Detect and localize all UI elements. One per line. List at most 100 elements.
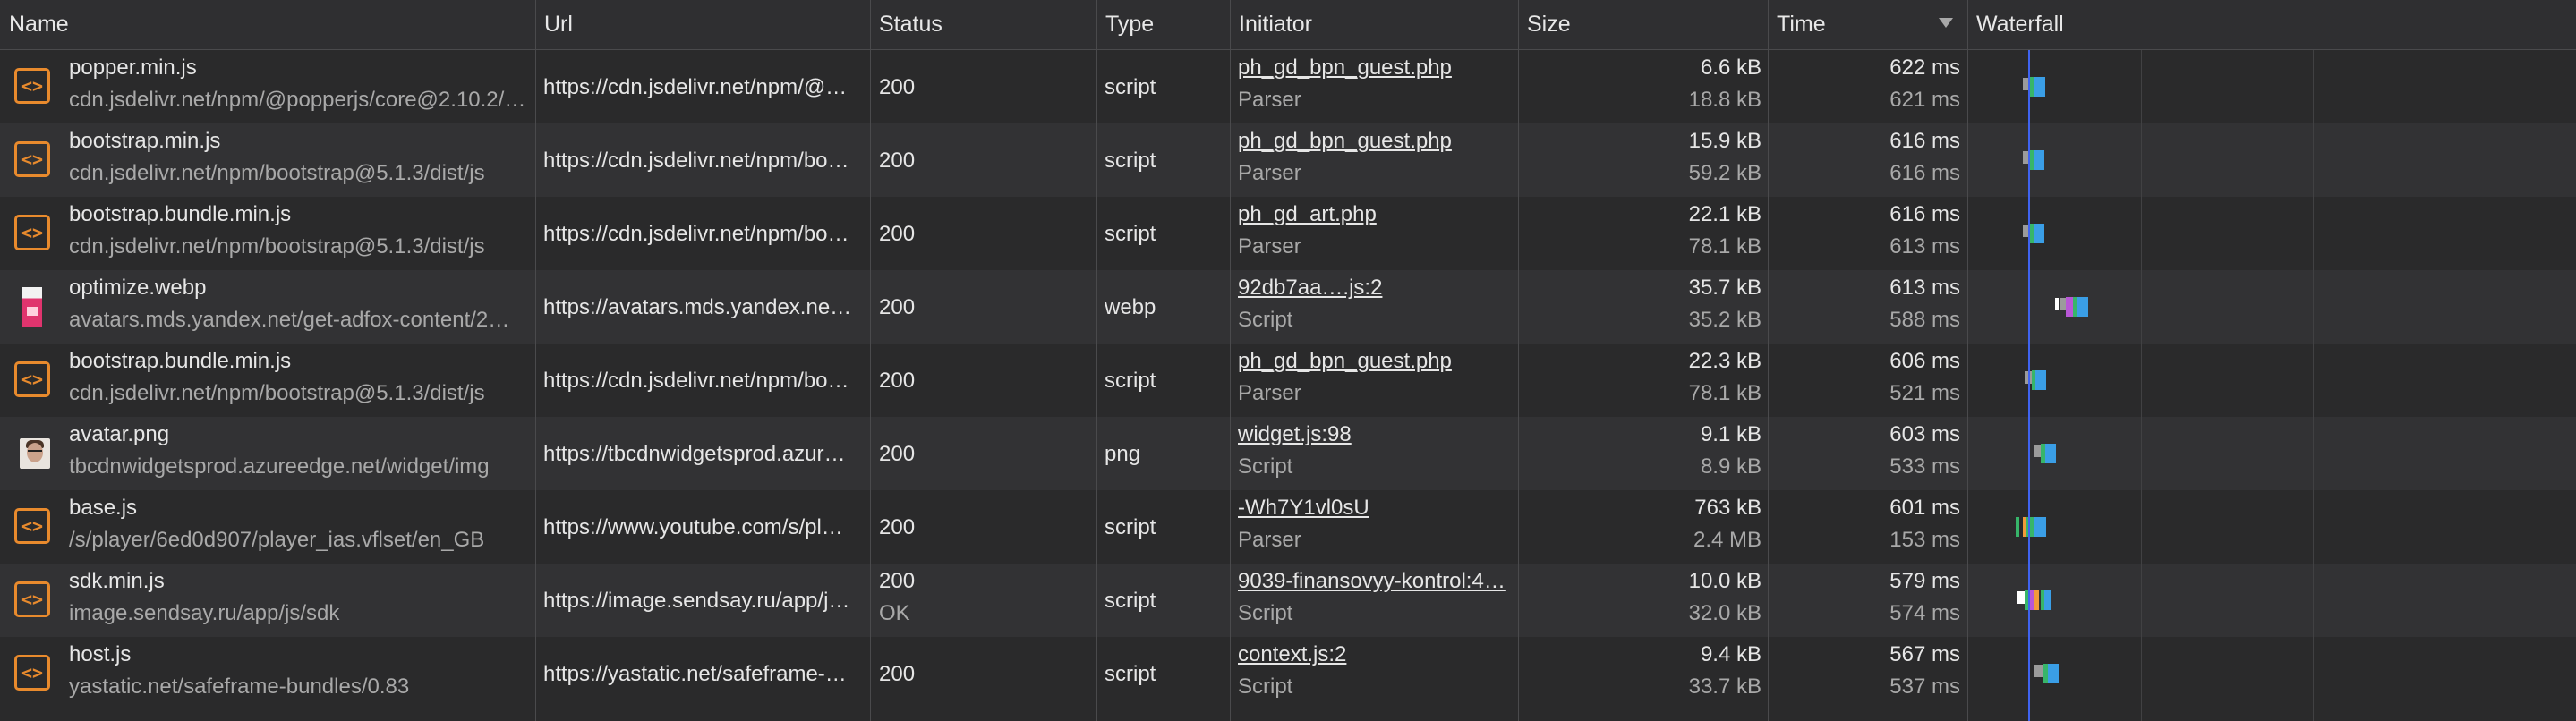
column-header-size[interactable]: Size bbox=[1518, 0, 1769, 50]
resource-type: script bbox=[1105, 515, 1156, 539]
initiator-link[interactable]: -Wh7Y1vl0sU bbox=[1238, 496, 1512, 521]
status-code: 200 bbox=[879, 662, 916, 686]
status-code: 200 bbox=[879, 515, 916, 539]
request-name[interactable]: avatar.png bbox=[69, 422, 530, 447]
status-text: OK bbox=[879, 601, 910, 625]
total-time: 606 ms bbox=[1889, 349, 1960, 373]
column-header-status[interactable]: Status bbox=[870, 0, 1097, 50]
request-name[interactable]: base.js bbox=[69, 496, 530, 521]
initiator-link[interactable]: widget.js:98 bbox=[1238, 422, 1512, 447]
waterfall-grid-line bbox=[2313, 50, 2314, 721]
table-row[interactable]: avatar.png tbcdnwidgetsprod.azureedge.ne… bbox=[0, 417, 2576, 490]
request-name[interactable]: sdk.min.js bbox=[69, 569, 530, 594]
initiator-link[interactable]: ph_gd_bpn_guest.php bbox=[1238, 349, 1512, 374]
transfer-size: 6.6 kB bbox=[1700, 55, 1761, 80]
request-name[interactable]: bootstrap.bundle.min.js bbox=[69, 349, 530, 374]
column-header-type[interactable]: Type bbox=[1096, 0, 1234, 50]
initiator-type: Script bbox=[1238, 454, 1293, 479]
latency-time: 621 ms bbox=[1889, 88, 1960, 112]
script-file-icon: <> bbox=[14, 508, 50, 544]
transfer-size: 9.4 kB bbox=[1700, 642, 1761, 666]
initiator-type: Parser bbox=[1238, 528, 1301, 552]
initiator-link[interactable]: 9039-finansovyy-kontrol:4… bbox=[1238, 569, 1512, 594]
avatar-thumbnail-icon bbox=[20, 438, 50, 469]
table-row[interactable]: <> sdk.min.js image.sendsay.ru/app/js/sd… bbox=[0, 564, 2576, 637]
request-name[interactable]: bootstrap.min.js bbox=[69, 129, 530, 154]
total-time: 603 ms bbox=[1889, 422, 1960, 446]
table-row[interactable]: <> host.js yastatic.net/safeframe-bundle… bbox=[0, 637, 2576, 710]
total-time: 579 ms bbox=[1889, 569, 1960, 593]
script-file-icon: <> bbox=[14, 141, 50, 177]
column-header-url[interactable]: Url bbox=[535, 0, 870, 50]
sort-descending-icon bbox=[1939, 18, 1953, 28]
total-time: 613 ms bbox=[1889, 276, 1960, 300]
request-path: cdn.jsdelivr.net/npm/bootstrap@5.1.3/dis… bbox=[69, 234, 485, 259]
image-thumbnail-icon bbox=[22, 287, 42, 327]
resource-type: script bbox=[1105, 75, 1156, 99]
initiator-type: Parser bbox=[1238, 161, 1301, 185]
resource-size: 2.4 MB bbox=[1693, 528, 1761, 552]
resource-size: 8.9 kB bbox=[1700, 454, 1761, 479]
request-name[interactable]: host.js bbox=[69, 642, 530, 667]
table-header: Name Url Status Type Initiator Size Time… bbox=[0, 0, 2576, 50]
request-name[interactable]: optimize.webp bbox=[69, 276, 530, 301]
transfer-size: 15.9 kB bbox=[1688, 129, 1761, 153]
waterfall-segment bbox=[2016, 517, 2019, 537]
column-divider bbox=[1967, 0, 1968, 721]
waterfall-segment bbox=[2034, 517, 2046, 537]
initiator-type: Script bbox=[1238, 308, 1293, 332]
column-header-waterfall[interactable]: Waterfall bbox=[1967, 0, 2576, 50]
request-path: tbcdnwidgetsprod.azureedge.net/widget/im… bbox=[69, 454, 490, 479]
total-time: 616 ms bbox=[1889, 129, 1960, 153]
request-url: https://avatars.mds.yandex.ne… bbox=[543, 295, 852, 319]
table-row[interactable]: <> popper.min.js cdn.jsdelivr.net/npm/@p… bbox=[0, 50, 2576, 123]
table-row[interactable]: <> base.js /s/player/6ed0d907/player_ias… bbox=[0, 490, 2576, 564]
request-url: https://cdn.jsdelivr.net/npm/bo… bbox=[543, 369, 849, 393]
latency-time: 616 ms bbox=[1889, 161, 1960, 185]
initiator-type: Parser bbox=[1238, 234, 1301, 259]
total-time: 601 ms bbox=[1889, 496, 1960, 520]
request-path: image.sendsay.ru/app/js/sdk bbox=[69, 601, 340, 625]
network-request-table: Name Url Status Type Initiator Size Time… bbox=[0, 0, 2576, 721]
waterfall-segment bbox=[2044, 590, 2051, 610]
total-time: 616 ms bbox=[1889, 202, 1960, 226]
latency-time: 613 ms bbox=[1889, 234, 1960, 259]
script-file-icon: <> bbox=[14, 655, 50, 691]
initiator-link[interactable]: ph_gd_bpn_guest.php bbox=[1238, 129, 1512, 154]
request-path: cdn.jsdelivr.net/npm/bootstrap@5.1.3/dis… bbox=[69, 161, 485, 185]
initiator-link[interactable]: ph_gd_bpn_guest.php bbox=[1238, 55, 1512, 81]
script-file-icon: <> bbox=[14, 361, 50, 397]
column-header-name[interactable]: Name bbox=[0, 0, 537, 50]
waterfall-segment bbox=[2066, 297, 2073, 317]
request-name[interactable]: popper.min.js bbox=[69, 55, 530, 81]
initiator-link[interactable]: 92db7aa….js:2 bbox=[1238, 276, 1512, 301]
table-row[interactable]: <> bootstrap.min.js cdn.jsdelivr.net/npm… bbox=[0, 123, 2576, 197]
waterfall-segment bbox=[2055, 298, 2059, 310]
request-url: https://yastatic.net/safeframe-… bbox=[543, 662, 847, 686]
column-divider bbox=[1230, 0, 1231, 721]
resource-size: 78.1 kB bbox=[1688, 381, 1761, 405]
resource-size: 35.2 kB bbox=[1688, 308, 1761, 332]
initiator-type: Script bbox=[1238, 601, 1293, 625]
latency-time: 588 ms bbox=[1889, 308, 1960, 332]
request-url: https://image.sendsay.ru/app/j… bbox=[543, 589, 850, 613]
request-name[interactable]: bootstrap.bundle.min.js bbox=[69, 202, 530, 227]
table-row[interactable]: <> bootstrap.bundle.min.js cdn.jsdelivr.… bbox=[0, 197, 2576, 270]
column-header-initiator[interactable]: Initiator bbox=[1230, 0, 1520, 50]
initiator-link[interactable]: context.js:2 bbox=[1238, 642, 1512, 667]
initiator-link[interactable]: ph_gd_art.php bbox=[1238, 202, 1512, 227]
total-time: 567 ms bbox=[1889, 642, 1960, 666]
table-row[interactable]: optimize.webp avatars.mds.yandex.net/get… bbox=[0, 270, 2576, 344]
waterfall-segment bbox=[2017, 591, 2025, 604]
transfer-size: 9.1 kB bbox=[1700, 422, 1761, 446]
transfer-size: 763 kB bbox=[1694, 496, 1761, 520]
waterfall-segment bbox=[2034, 445, 2041, 457]
table-row[interactable]: <> bootstrap.bundle.min.js cdn.jsdelivr.… bbox=[0, 344, 2576, 417]
waterfall-segment bbox=[2077, 297, 2088, 317]
request-path: avatars.mds.yandex.net/get-adfox-content… bbox=[69, 308, 510, 332]
request-url: https://tbcdnwidgetsprod.azur… bbox=[543, 442, 846, 466]
transfer-size: 35.7 kB bbox=[1688, 276, 1761, 300]
request-url: https://cdn.jsdelivr.net/npm/bo… bbox=[543, 148, 849, 173]
waterfall-segment bbox=[2034, 150, 2044, 170]
status-code: 200 bbox=[879, 75, 916, 99]
